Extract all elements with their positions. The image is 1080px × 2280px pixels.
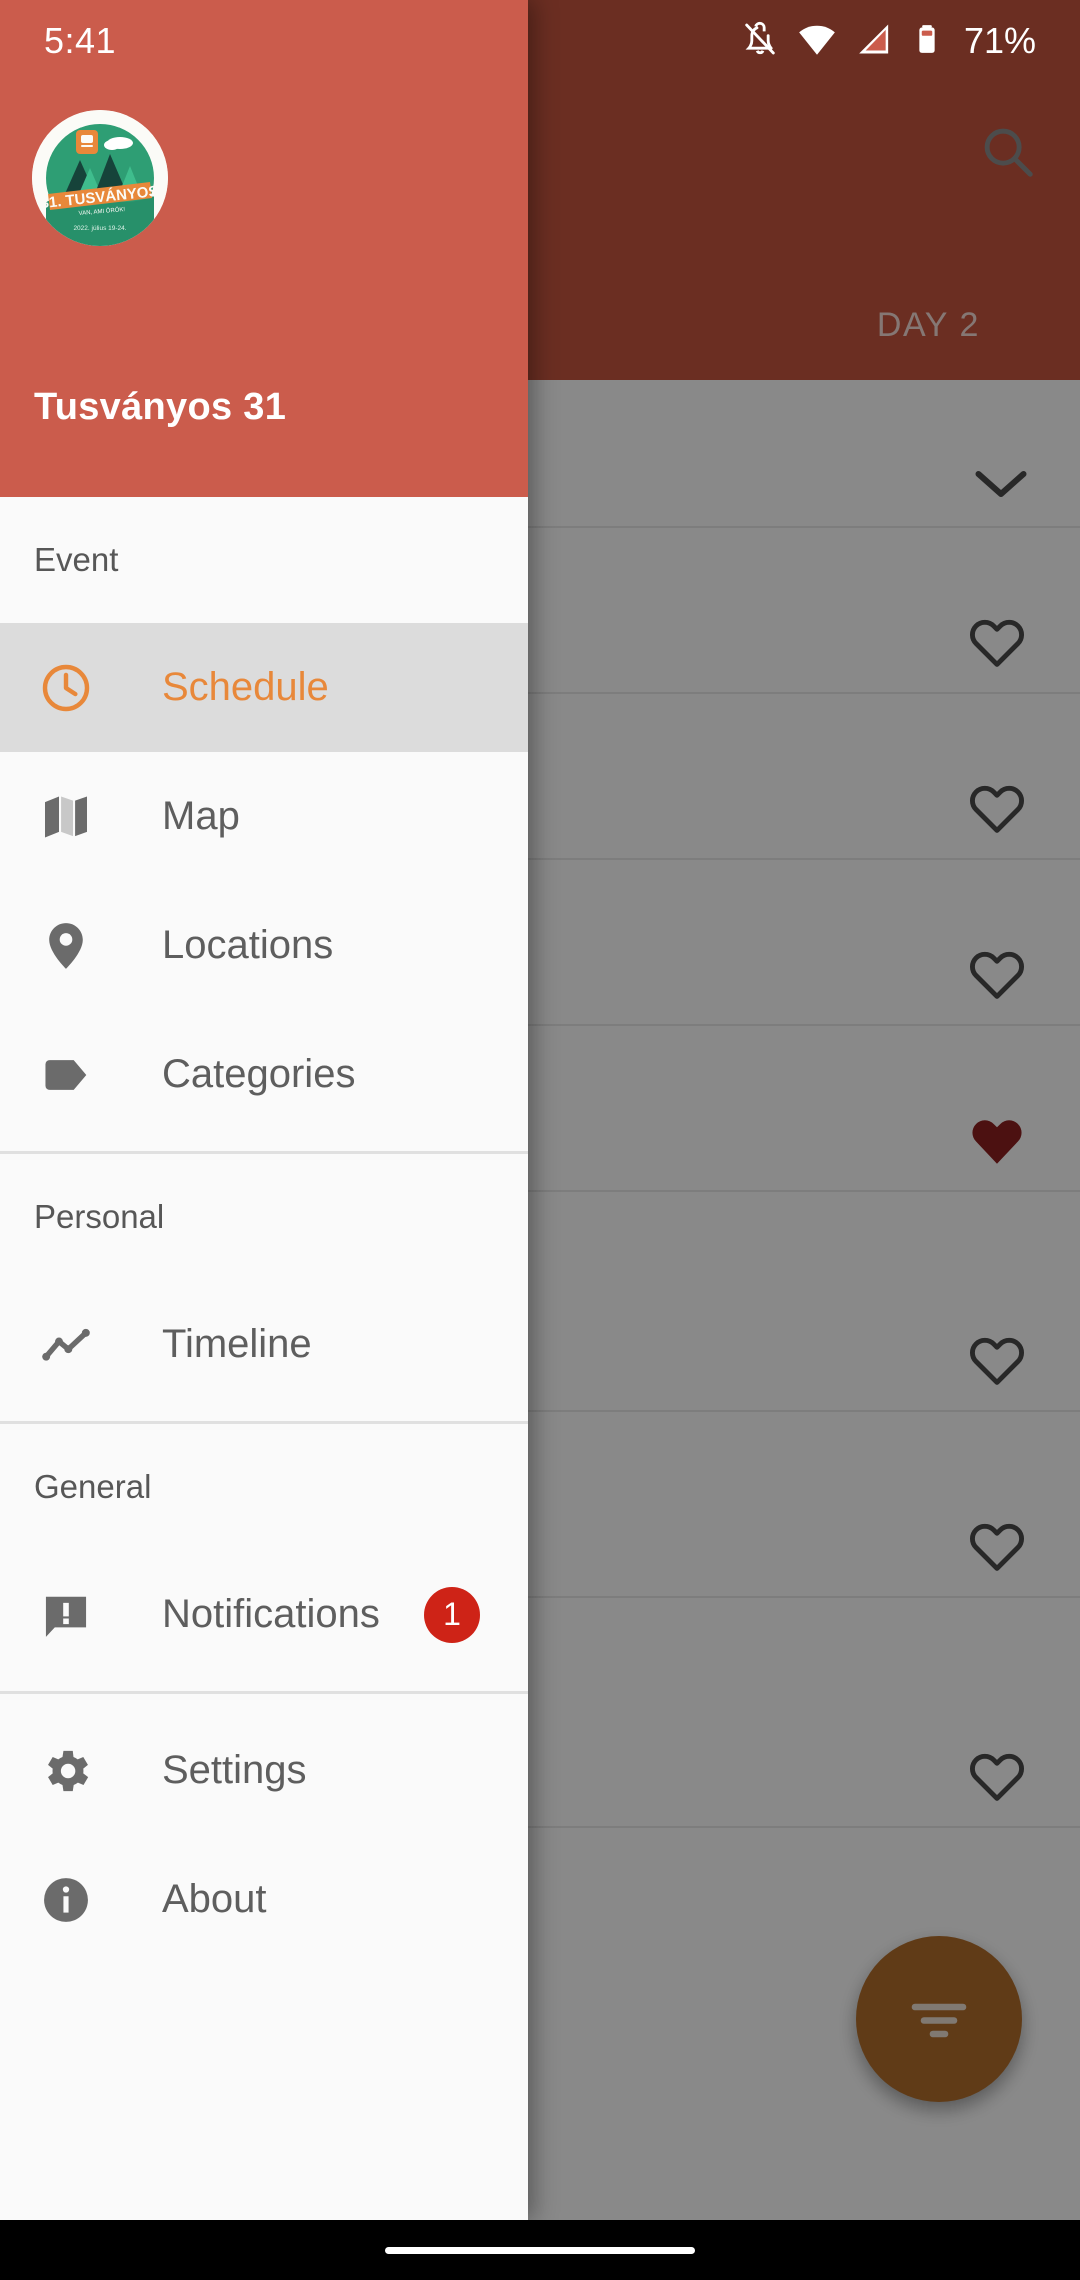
- sidebar-item-map[interactable]: Map: [0, 752, 528, 881]
- section-header-general: General: [34, 1468, 152, 1505]
- sidebar-item-schedule[interactable]: Schedule: [0, 623, 528, 752]
- sidebar-item-about[interactable]: About: [0, 1835, 528, 1964]
- clock-icon: [28, 660, 104, 716]
- heart-outline-icon[interactable]: [966, 1330, 1028, 1392]
- navigation-drawer: 31. TUSVÁNYOS VAN, AMI ÖRÖK! 2022. júliu…: [0, 0, 528, 2220]
- sidebar-item-label: Map: [162, 794, 240, 838]
- sidebar-item-label: Settings: [162, 1748, 307, 1792]
- sidebar-item-label: Timeline: [162, 1322, 312, 1366]
- avatar[interactable]: 31. TUSVÁNYOS VAN, AMI ÖRÖK! 2022. júliu…: [32, 110, 168, 246]
- svg-text:2022. július 19-24.: 2022. július 19-24.: [73, 225, 126, 232]
- tag-icon: [28, 1047, 104, 1103]
- chevron-down-icon[interactable]: [970, 464, 1032, 504]
- phone-screen: DAY 2 nja oda or: [0, 0, 1080, 2280]
- tab-day-2[interactable]: DAY 2: [837, 306, 1020, 345]
- sidebar-item-settings[interactable]: Settings: [0, 1706, 528, 1835]
- sidebar-item-label: Schedule: [162, 665, 329, 709]
- section-header-event: Event: [34, 541, 119, 578]
- heart-outline-icon[interactable]: [966, 1746, 1028, 1808]
- sidebar-item-label: Notifications: [162, 1592, 380, 1636]
- filter-icon: [911, 2003, 967, 2038]
- timeline-icon: [28, 1317, 104, 1373]
- notification-bubble-icon: [28, 1587, 104, 1643]
- sidebar-item-notifications[interactable]: Notifications 1: [0, 1550, 528, 1679]
- page-title: Tusványos 31: [34, 386, 287, 428]
- section-header-personal: Personal: [34, 1198, 165, 1235]
- pin-icon: [28, 918, 104, 974]
- heart-filled-icon[interactable]: [966, 1110, 1028, 1172]
- map-icon: [28, 789, 104, 845]
- heart-outline-icon[interactable]: [966, 612, 1028, 674]
- heart-outline-icon[interactable]: [966, 1516, 1028, 1578]
- search-icon[interactable]: [976, 120, 1038, 182]
- sidebar-item-label: Locations: [162, 923, 334, 967]
- status-badge: 1: [424, 1586, 480, 1643]
- sidebar-item-label: Categories: [162, 1052, 356, 1096]
- drawer-header: 31. TUSVÁNYOS VAN, AMI ÖRÖK! 2022. júliu…: [0, 0, 528, 497]
- gear-icon: [28, 1743, 104, 1799]
- sidebar-item-locations[interactable]: Locations: [0, 881, 528, 1010]
- system-navigation-bar: [0, 2220, 1080, 2280]
- heart-outline-icon[interactable]: [966, 944, 1028, 1006]
- home-indicator[interactable]: [385, 2246, 695, 2254]
- filter-fab-button[interactable]: [856, 1936, 1022, 2102]
- sidebar-item-timeline[interactable]: Timeline: [0, 1280, 528, 1409]
- heart-outline-icon[interactable]: [966, 778, 1028, 840]
- sidebar-item-categories[interactable]: Categories: [0, 1010, 528, 1139]
- info-icon: [28, 1872, 104, 1928]
- sidebar-item-label: About: [162, 1877, 267, 1921]
